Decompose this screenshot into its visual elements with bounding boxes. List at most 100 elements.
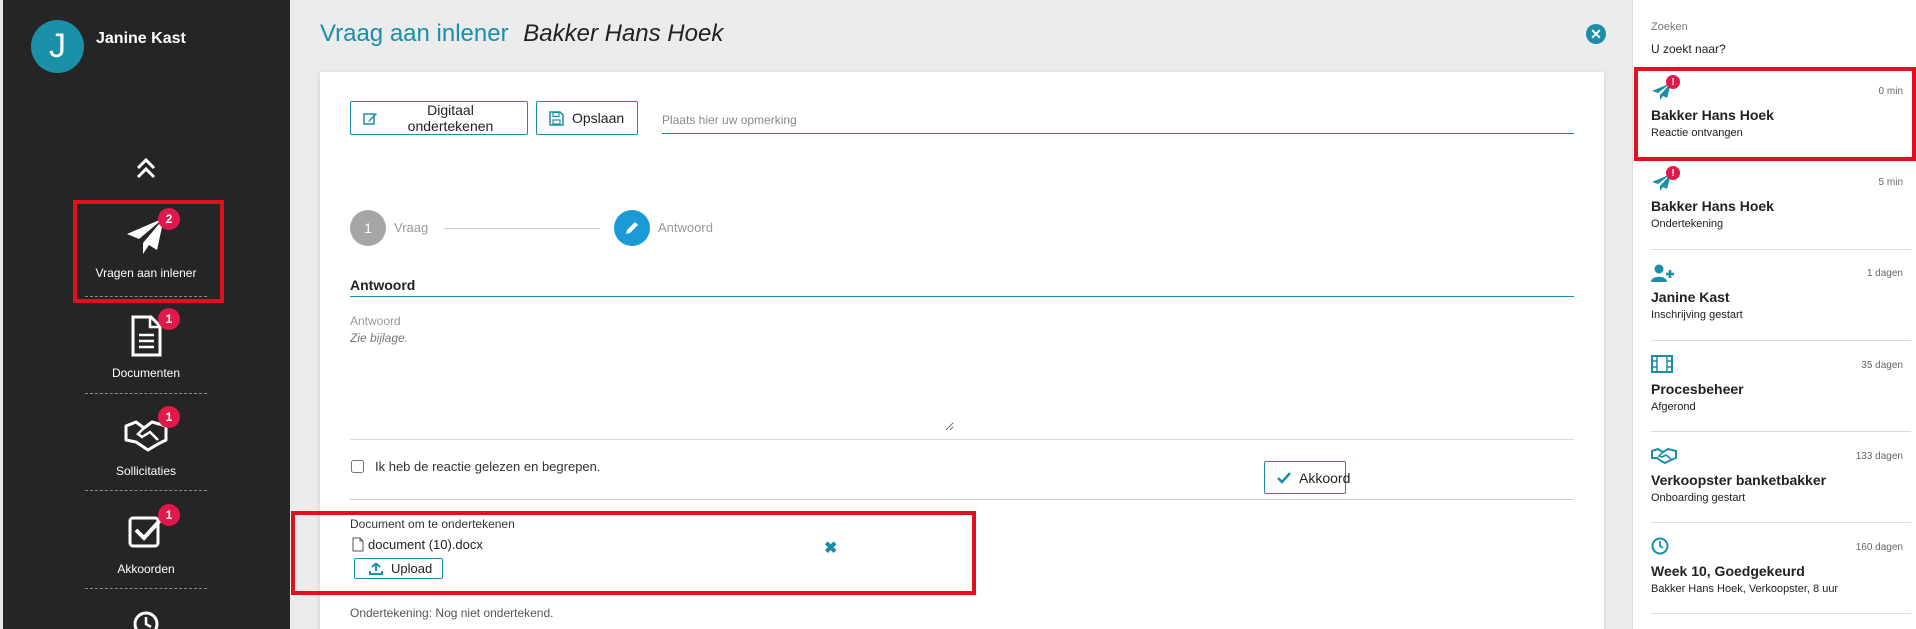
close-icon[interactable]: ✕: [1586, 24, 1606, 44]
divider: [85, 588, 207, 589]
page-title-subtitle: Bakker Hans Hoek: [523, 20, 724, 47]
divider: [1651, 522, 1911, 523]
document-icon: 1: [124, 308, 180, 358]
feed-subtitle: Bakker Hans Hoek, Verkoopster, 8 uur: [1651, 583, 1839, 595]
main-content: Vraag aan inlener Bakker Hans Hoek ✕ Dig…: [290, 0, 1632, 629]
clock-icon[interactable]: [132, 610, 160, 629]
check-icon: [1277, 471, 1291, 484]
feed-subtitle: Onboarding gestart: [1651, 492, 1746, 504]
digital-sign-button[interactable]: Digitaal ondertekenen: [350, 101, 528, 135]
file-icon: [352, 537, 364, 552]
clock-icon: [1651, 537, 1677, 559]
user-block[interactable]: J Janine Kast: [31, 20, 186, 73]
feed-title: Procesbeheer: [1651, 381, 1744, 397]
badge: 1: [158, 504, 180, 526]
upload-button[interactable]: Upload: [354, 558, 443, 579]
feed-time: 5 min: [1878, 177, 1903, 188]
activity-panel: Zoeken ! 0 min Bakker Hans Hoek Reactie …: [1632, 0, 1916, 629]
section-divider: [350, 296, 1574, 297]
sidebar-item-documenten[interactable]: 1 Documenten: [85, 308, 207, 410]
feed-title: Janine Kast: [1651, 289, 1730, 305]
divider: [1651, 249, 1911, 250]
feed-title: Verkoopster banketbakker: [1651, 472, 1827, 488]
save-label: Opslaan: [572, 110, 625, 126]
divider: [350, 499, 1574, 500]
upload-label: Upload: [391, 561, 433, 576]
signature-value: Nog niet ondertekend.: [435, 606, 554, 620]
divider: [85, 296, 207, 297]
avatar[interactable]: J: [31, 20, 84, 73]
sidebar-item-label: Documenten: [111, 366, 181, 380]
user-name: Janine Kast: [96, 29, 186, 47]
sidebar-edge: [0, 0, 3, 629]
divider: [1651, 340, 1911, 341]
remark-input[interactable]: [662, 106, 1574, 134]
divider: [1651, 613, 1911, 614]
feed-time: 160 dagen: [1855, 542, 1903, 553]
save-button[interactable]: Opslaan: [536, 101, 638, 135]
feed-time: 35 dagen: [1861, 360, 1903, 371]
sidebar: J Janine Kast 2 Vragen aan inlener 1 Doc…: [0, 0, 290, 629]
handshake-icon: [1651, 446, 1677, 468]
paper-plane-alert-icon: !: [1651, 166, 1680, 194]
step-2-label: Antwoord: [658, 220, 713, 235]
confirm-label: Ik heb de reactie gelezen en begrepen.: [375, 459, 601, 474]
paper-plane-alert-icon: !: [1651, 75, 1680, 103]
signature-label: Ondertekening:: [350, 606, 433, 620]
feed-time: 1 dagen: [1866, 268, 1903, 279]
feed-subtitle: Afgerond: [1651, 401, 1696, 413]
step-1-circle[interactable]: 1: [350, 210, 386, 246]
question-card: Digitaal ondertekenen Opslaan 1 Vraag An…: [320, 72, 1604, 629]
search-label: Zoeken: [1651, 21, 1688, 33]
paper-plane-icon: 2: [124, 208, 180, 258]
divider: [85, 490, 207, 491]
feed-subtitle: Inschrijving gestart: [1651, 309, 1743, 321]
search-input[interactable]: [1651, 42, 1891, 56]
feed-subtitle: Reactie ontvangen: [1651, 127, 1743, 139]
agree-label: Akkoord: [1299, 469, 1351, 486]
step-1-label: Vraag: [394, 220, 429, 235]
digital-sign-label: Digitaal ondertekenen: [407, 102, 494, 134]
feed-title: Bakker Hans Hoek: [1651, 107, 1774, 123]
feed-title: Week 10, Goedgekeurd: [1651, 563, 1805, 579]
divider: [1651, 157, 1911, 158]
divider: [85, 393, 207, 394]
section-title: Antwoord: [350, 277, 416, 293]
alert-badge: !: [1666, 75, 1680, 89]
step-connector: [444, 228, 600, 229]
signature-status: Ondertekening: Nog niet ondertekend.: [350, 606, 554, 620]
floppy-disk-icon: [549, 110, 564, 126]
sidebar-item-label: Akkoorden: [117, 562, 175, 576]
handshake-icon: 1: [124, 406, 180, 456]
confirm-checkbox[interactable]: [351, 460, 364, 473]
alert-badge: !: [1666, 166, 1680, 180]
page-title-main: Vraag aan inlener: [320, 20, 509, 47]
sidebar-item-sollicitaties[interactable]: 1 Sollicitaties: [85, 406, 207, 508]
feed-time: 0 min: [1878, 86, 1903, 97]
document-title: Document om te ondertekenen: [350, 517, 515, 531]
agree-button[interactable]: Akkoord: [1264, 461, 1350, 494]
divider: [350, 439, 1574, 440]
badge: 1: [158, 308, 180, 330]
film-icon: [1651, 355, 1677, 377]
badge: 2: [158, 208, 180, 230]
answer-label: Antwoord: [350, 314, 401, 328]
sidebar-item-akkoorden[interactable]: 1 Akkoorden: [85, 504, 207, 606]
divider: [1651, 431, 1911, 432]
remove-document-icon[interactable]: ✖: [824, 538, 837, 558]
collapse-chevrons-icon[interactable]: [133, 154, 159, 182]
edit-icon: [363, 111, 378, 126]
sidebar-item-label: Sollicitaties: [115, 464, 177, 478]
page-title: Vraag aan inlener Bakker Hans Hoek: [320, 20, 723, 48]
feed-time: 133 dagen: [1855, 451, 1903, 462]
answer-textarea[interactable]: Zie bijlage.: [350, 331, 954, 431]
document-file[interactable]: document (10).docx: [352, 537, 483, 552]
step-2-pencil-icon[interactable]: [614, 210, 650, 246]
feed-subtitle: Ondertekening: [1651, 218, 1724, 230]
checkbox-icon: 1: [124, 504, 180, 554]
badge: 1: [158, 406, 180, 428]
user-plus-icon: [1651, 263, 1677, 285]
upload-icon: [369, 562, 383, 575]
document-filename: document (10).docx: [368, 537, 483, 552]
feed-title: Bakker Hans Hoek: [1651, 198, 1774, 214]
